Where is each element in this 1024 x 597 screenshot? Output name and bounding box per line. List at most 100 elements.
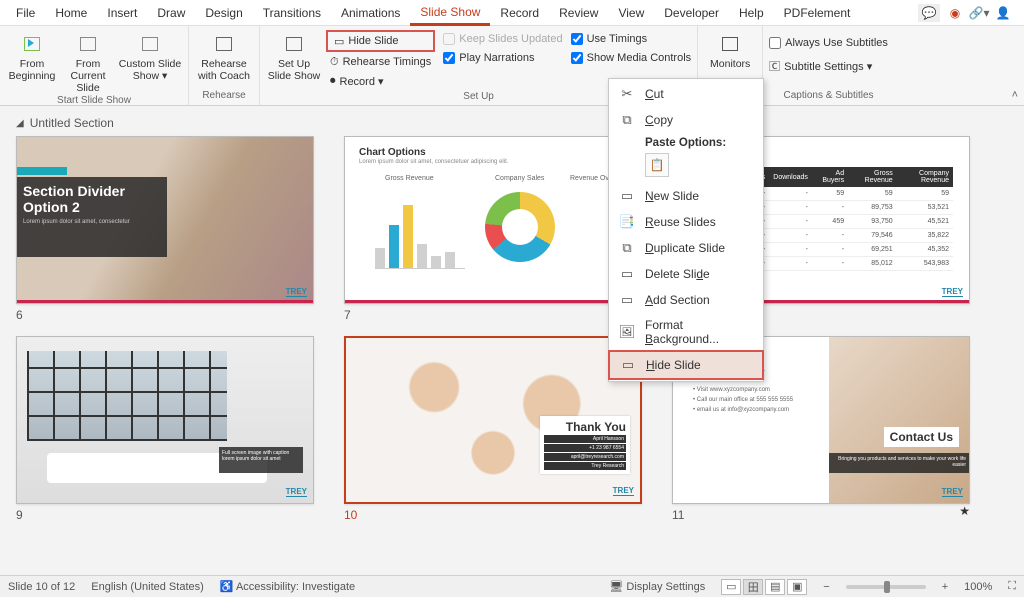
zoom-level[interactable]: 100% bbox=[964, 581, 992, 593]
custom-show-icon bbox=[136, 32, 164, 56]
custom-show-button[interactable]: Custom Slide Show ▾ bbox=[118, 28, 182, 94]
hide-slide-button[interactable]: ▭Hide Slide bbox=[326, 30, 435, 52]
from-beginning-button[interactable]: From Beginning bbox=[6, 28, 58, 94]
thank-you-title: Thank You bbox=[544, 420, 626, 434]
tab-slide-show[interactable]: Slide Show bbox=[410, 1, 490, 26]
hide-icon: ▭ bbox=[620, 357, 636, 373]
tab-help[interactable]: Help bbox=[729, 2, 774, 24]
tab-insert[interactable]: Insert bbox=[97, 2, 147, 24]
paste-option-button[interactable]: 📋 bbox=[645, 153, 669, 177]
coach-icon bbox=[210, 32, 238, 56]
slide6-title: Section Divider Option 2 bbox=[23, 183, 161, 215]
display-settings-button[interactable]: 🖥 Display Settings bbox=[609, 580, 705, 593]
slideshow-view-button[interactable]: ▣ bbox=[787, 579, 807, 595]
donut-chart bbox=[485, 192, 555, 262]
always-subtitles-check[interactable]: Always Use Subtitles bbox=[769, 34, 888, 52]
group-captions: Captions & Subtitles bbox=[769, 89, 888, 105]
record-dropdown-icon: ⏺ bbox=[330, 75, 336, 88]
contact-us-title: Contact Us bbox=[884, 427, 959, 447]
sorter-view-button[interactable]: 田 bbox=[743, 579, 763, 595]
bar-chart bbox=[375, 189, 465, 269]
zoom-slider[interactable] bbox=[846, 585, 926, 589]
tab-view[interactable]: View bbox=[608, 2, 654, 24]
tab-pdfelement[interactable]: PDFelement bbox=[774, 2, 861, 24]
section-header[interactable]: ◢Untitled Section bbox=[16, 116, 1008, 130]
tab-record[interactable]: Record bbox=[490, 2, 549, 24]
reading-view-button[interactable]: ▤ bbox=[765, 579, 785, 595]
from-current-button[interactable]: From Current Slide bbox=[62, 28, 114, 94]
slide-thumb-10[interactable]: Thank You April Hansson +1 23 987 6554 a… bbox=[344, 336, 642, 522]
slide-number: 6 bbox=[16, 308, 314, 322]
record-button[interactable]: ⏺Record ▾ bbox=[326, 72, 435, 90]
tab-transitions[interactable]: Transitions bbox=[253, 2, 331, 24]
section-collapse-icon[interactable]: ◢ bbox=[16, 118, 24, 129]
slide-counter[interactable]: Slide 10 of 12 bbox=[8, 581, 75, 593]
group-rehearse: Rehearse bbox=[195, 89, 253, 105]
ribbon-tabs: File Home Insert Draw Design Transitions… bbox=[0, 0, 1024, 26]
ctx-new-slide[interactable]: ▭New Slide bbox=[609, 183, 763, 209]
slide-sorter[interactable]: ◢Untitled Section Section Divider Option… bbox=[0, 106, 1024, 575]
tab-animations[interactable]: Animations bbox=[331, 2, 410, 24]
setup-icon bbox=[280, 32, 308, 56]
slide-thumb-6[interactable]: Section Divider Option 2Lorem ipsum dolo… bbox=[16, 136, 314, 322]
cc-icon: 🄲 bbox=[769, 58, 780, 74]
rehearse-coach-button[interactable]: Rehearse with Coach bbox=[195, 28, 253, 89]
ctx-add-section[interactable]: ▭Add Section bbox=[609, 287, 763, 313]
setup-show-button[interactable]: Set Up Slide Show bbox=[266, 28, 322, 90]
keep-slides-check[interactable]: Keep Slides Updated bbox=[443, 30, 562, 48]
play-from-start-icon bbox=[18, 32, 46, 56]
zoom-in-button[interactable]: + bbox=[942, 581, 948, 593]
tab-draw[interactable]: Draw bbox=[147, 2, 195, 24]
slide-thumb-9[interactable]: Full screen image with caption lorem ips… bbox=[16, 336, 314, 522]
ctx-format-bg[interactable]: 🖼Format Background... bbox=[609, 313, 763, 351]
accessibility-button[interactable]: ♿ Accessibility: Investigate bbox=[220, 580, 355, 593]
play-from-current-icon bbox=[74, 32, 102, 56]
slide-number: 11 bbox=[672, 508, 684, 522]
delete-icon: ▭ bbox=[619, 266, 635, 282]
tab-developer[interactable]: Developer bbox=[654, 2, 729, 24]
copy-icon: ⧉ bbox=[619, 112, 635, 128]
cut-icon: ✂ bbox=[619, 86, 635, 102]
ctx-copy[interactable]: ⧉Copy bbox=[609, 107, 763, 133]
zoom-out-button[interactable]: − bbox=[823, 581, 829, 593]
ctx-duplicate[interactable]: ⧉Duplicate Slide bbox=[609, 235, 763, 261]
reuse-icon: 📑 bbox=[619, 214, 635, 230]
tab-home[interactable]: Home bbox=[45, 2, 97, 24]
accessibility-icon: ♿ bbox=[220, 581, 234, 593]
slide-thumb-7[interactable]: Chart Options Lorem ipsum dolor sit amet… bbox=[344, 136, 642, 322]
ribbon: From Beginning From Current Slide Custom… bbox=[0, 26, 1024, 106]
slide-number: 9 bbox=[16, 508, 314, 522]
new-slide-icon: ▭ bbox=[619, 188, 635, 204]
rehearse-timings-button[interactable]: ⏱Rehearse Timings bbox=[326, 53, 435, 71]
language-button[interactable]: English (United States) bbox=[91, 581, 204, 593]
tab-file[interactable]: File bbox=[6, 2, 45, 24]
slide-number: 7 bbox=[344, 308, 642, 322]
comments-icon[interactable]: 💬 bbox=[918, 4, 940, 22]
play-narrations-check[interactable]: Play Narrations bbox=[443, 49, 562, 67]
fit-to-window-button[interactable]: ⛶ bbox=[1008, 580, 1016, 593]
tab-design[interactable]: Design bbox=[195, 2, 252, 24]
format-bg-icon: 🖼 bbox=[619, 324, 635, 340]
ctx-delete[interactable]: ▭Delete Slide bbox=[609, 261, 763, 287]
ctx-reuse-slides[interactable]: 📑Reuse Slides bbox=[609, 209, 763, 235]
paste-icon: 📋 bbox=[650, 158, 665, 172]
context-menu: ✂CuCutt ⧉Copy Paste Options: 📋 ▭New Slid… bbox=[608, 78, 764, 382]
share-icon[interactable]: 🔗▾ bbox=[970, 4, 988, 22]
account-icon[interactable]: 👤 bbox=[994, 4, 1012, 22]
hide-slide-icon: ▭ bbox=[334, 35, 344, 48]
show-media-check[interactable]: Show Media Controls bbox=[571, 49, 692, 67]
normal-view-button[interactable]: ▭ bbox=[721, 579, 741, 595]
record-icon[interactable]: ◉ bbox=[946, 4, 964, 22]
ctx-hide-slide[interactable]: ▭Hide Slide bbox=[608, 350, 764, 380]
ctx-cut[interactable]: ✂CuCutt bbox=[609, 81, 763, 107]
tab-review[interactable]: Review bbox=[549, 2, 608, 24]
duplicate-icon: ⧉ bbox=[619, 240, 635, 256]
animation-star-icon[interactable]: ★ bbox=[959, 504, 970, 522]
use-timings-check[interactable]: Use Timings bbox=[571, 30, 692, 48]
timer-icon: ⏱ bbox=[330, 56, 339, 69]
subtitle-settings-button[interactable]: 🄲Subtitle Settings ▾ bbox=[769, 58, 888, 74]
collapse-ribbon-icon[interactable]: ˄ bbox=[1012, 89, 1018, 101]
slide-number: 10 bbox=[344, 508, 642, 522]
section-icon: ▭ bbox=[619, 292, 635, 308]
status-bar: Slide 10 of 12 English (United States) ♿… bbox=[0, 575, 1024, 597]
